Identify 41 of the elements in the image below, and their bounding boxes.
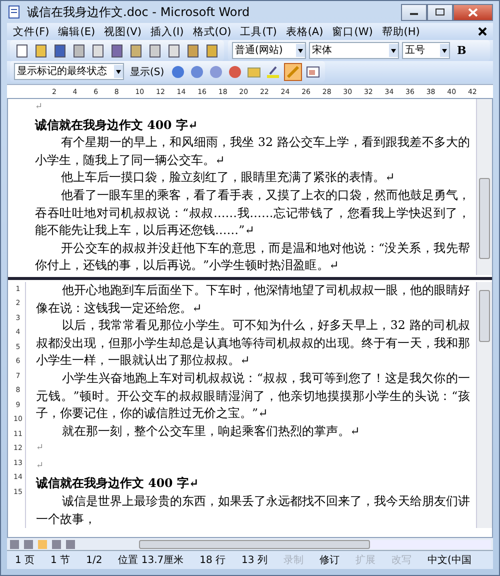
- document-paragraph: 小学生兴奋地跑上车对司机叔叔说：“叔叔，我可等到您了！这是我欠你的一元钱。”顿时。开公交车的叔叔眼睛湿润了，他亲切地摸摸那小学生的头说：“孩子，你要记住，你的诚信胜过无价之宝。”↵: [36, 370, 470, 422]
- paragraph-mark: ↵: [35, 101, 44, 114]
- menu-item[interactable]: 帮助(H): [382, 24, 420, 38]
- document-paragraph: 他开心地跑到车后面坐下。下车时，他深情地望了司机叔叔一眼，他的眼睛好像在说：这钱我一定还给您。↵: [36, 282, 470, 317]
- status-item: 扩展: [354, 554, 376, 567]
- document-paragraph: 就在那一刻，整个公交车里，响起乘客们热烈的掌声。↵: [60, 422, 361, 440]
- paragraph-mark: ↵: [36, 460, 45, 473]
- menu-item[interactable]: 窗口(W): [332, 24, 373, 38]
- document-heading: 诚信就在我身边作文 400 字↵: [35, 116, 199, 134]
- style-dropdown[interactable]: 普通(网站): [232, 42, 306, 59]
- show-menu-button[interactable]: 显示(S): [127, 64, 168, 78]
- paragraph-mark: ↵: [36, 442, 45, 456]
- menu-item[interactable]: 文件(F): [13, 24, 50, 38]
- display-dropdown[interactable]: 显示标记的最终状态: [14, 63, 124, 80]
- status-item: 18 行: [198, 554, 227, 567]
- status-item: 中文(中国: [426, 554, 472, 567]
- document-paragraph: 开公交车的叔叔并没赶他下车的意思，而是温和地对他说：“没关系，我先帮你付上，还钱的事，以后再说。”小学生顿时热泪盈眶。↵: [35, 240, 470, 274]
- status-item: 位置 13.7厘米: [117, 554, 185, 567]
- menu-item[interactable]: 表格(A): [286, 24, 324, 38]
- document-heading: 诚信就在我身边作文 400 字↵: [36, 475, 200, 492]
- font-dropdown[interactable]: 宋体: [309, 42, 399, 59]
- status-item: 1 页: [14, 554, 36, 567]
- menu-item[interactable]: 编辑(E): [58, 24, 96, 38]
- window-title: 诚信在我身边作文.doc - Microsoft Word: [27, 4, 250, 20]
- menu-item[interactable]: 插入(I): [150, 24, 184, 38]
- font-size-dropdown[interactable]: 五号: [402, 42, 450, 59]
- document-paragraph: 诚信是世界上最珍贵的东西，如果丢了永远都找不回来了，我今天给朋友们讲一个故事，: [36, 493, 470, 528]
- document-paragraph: 他看了一眼车里的乘客，看了看手表，又摸了上衣的口袋，然而他鼓足勇气，吞吞吐吐地对司机叔叔说：“叔叔……我……忘记带钱了，您看我上学快迟到了，能不能先让我上车，以后再还您钱……”↵: [35, 186, 470, 240]
- bold-button[interactable]: B: [453, 44, 470, 57]
- status-item: 录制: [282, 554, 304, 567]
- status-item: 改写: [390, 554, 412, 567]
- menu-item[interactable]: 工具(T): [240, 24, 277, 38]
- status-item: 1/2: [85, 554, 104, 566]
- document-paragraph: 有个星期一的早上，和风细雨，我坐 32 路公交车上学，看到跟我差不多大的小学生，随我上了同一辆公交车。↵: [35, 134, 470, 169]
- menu-item[interactable]: 格式(O): [192, 24, 232, 38]
- document-paragraph: 他上车后一摸口袋，脸立刻红了，眼睛里充满了紧张的表情。↵: [60, 169, 396, 186]
- status-item: 1 节: [50, 554, 72, 567]
- document-paragraph: 以后，我常常看见那位小学生。可不知为什么，好多天早上，32 路的司机叔叔都没出现，但那小学生却总是认真地等待司机叔叔的出现。终于有一天，我和那小学生一样，一眼就认出了那位叔叔。↵: [36, 317, 470, 370]
- status-item: 修订: [318, 554, 340, 567]
- status-item: 13 列: [240, 554, 268, 567]
- menu-item[interactable]: 视图(V): [104, 24, 142, 38]
